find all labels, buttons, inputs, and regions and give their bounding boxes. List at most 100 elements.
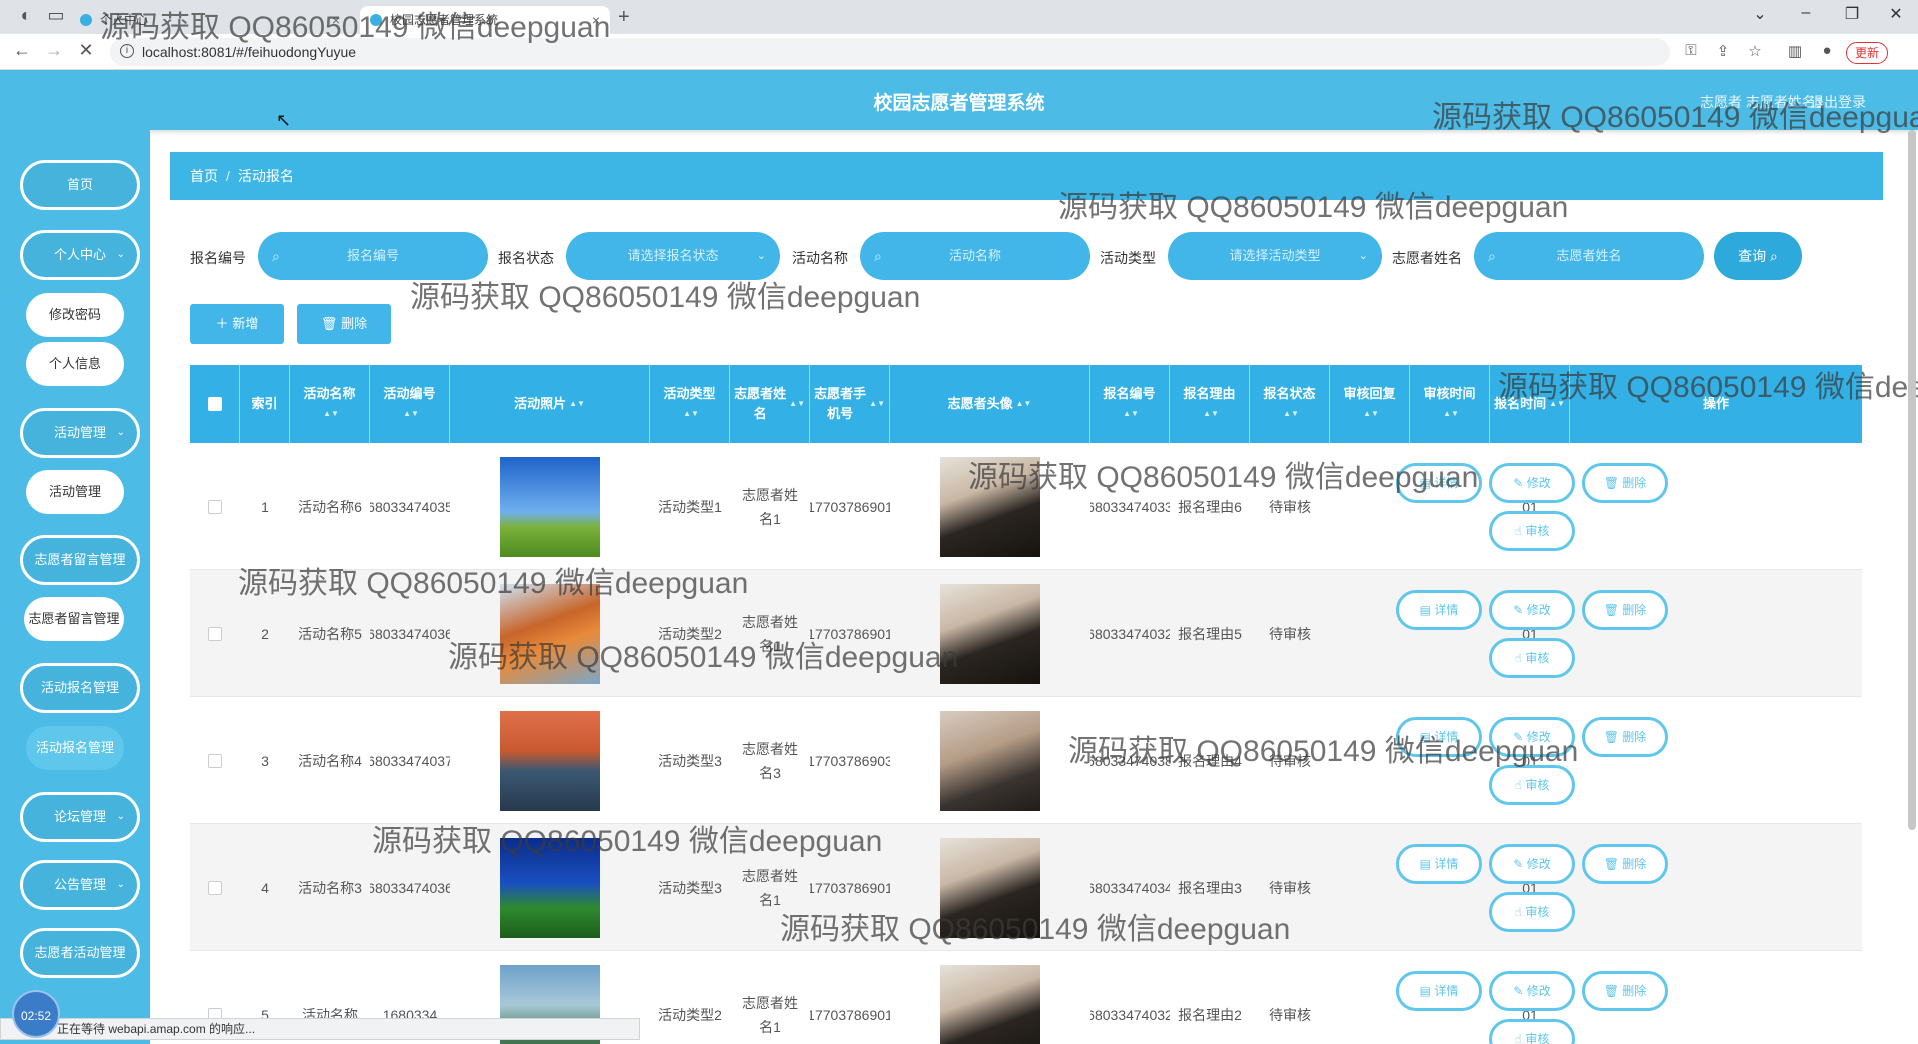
row-checkbox[interactable] <box>208 626 222 641</box>
detail-button[interactable]: ▤ 详情 <box>1396 844 1482 884</box>
browser-tab-active[interactable]: 校园志愿者管理系统 × <box>360 6 610 34</box>
select-all-checkbox[interactable] <box>207 397 222 411</box>
stop-loading-icon[interactable]: ✕ <box>74 40 98 61</box>
sort-icon[interactable]: ▲▼ <box>1203 404 1219 424</box>
avatar[interactable] <box>940 456 1040 557</box>
sort-icon[interactable]: ▲▼ <box>323 404 339 424</box>
delete-button[interactable]: 🗑 删除 <box>1582 717 1668 757</box>
th-volunteer-phone[interactable]: 志愿者手机号 ▲▼ <box>810 365 890 443</box>
sidebar-subitem-change-password[interactable]: 修改密码 <box>26 293 124 337</box>
edit-button[interactable]: ✎ 修改 <box>1489 717 1575 757</box>
sidepanel-icon[interactable]: ▥ <box>1784 42 1806 60</box>
sidebar-item-volunteer-msg-mgmt[interactable]: 志愿者留言管理 <box>20 535 140 585</box>
batch-delete-button[interactable]: 🗑 删除 <box>297 304 391 344</box>
delete-button[interactable]: 🗑 删除 <box>1582 590 1668 630</box>
forward-icon[interactable]: → <box>42 40 66 61</box>
review-button[interactable]: ☝ 审核 <box>1489 638 1575 678</box>
activity-photo-image[interactable] <box>500 710 600 811</box>
browser-menu-icon[interactable]: ◐ <box>14 5 38 26</box>
add-button[interactable]: ＋ 新增 <box>190 304 284 344</box>
row-checkbox[interactable] <box>208 880 222 895</box>
sidebar-subitem-activity-mgmt[interactable]: 活动管理 <box>26 470 124 514</box>
detail-button[interactable]: ▤ 详情 <box>1396 590 1482 630</box>
sidebar-subitem-personal-info[interactable]: 个人信息 <box>26 342 124 386</box>
minimize-icon[interactable]: – <box>1786 4 1826 22</box>
browser-update-button[interactable]: 更新 <box>1846 42 1889 64</box>
row-checkbox[interactable] <box>208 753 222 768</box>
th-signup-time[interactable]: 报名时间 ▲▼ <box>1490 365 1570 443</box>
status-select[interactable]: 请选择报名状态 ⌄ <box>566 232 780 280</box>
restore-icon[interactable]: ❐ <box>1832 4 1872 24</box>
url-field[interactable]: i localhost:8081/#/feihuodongYuyue <box>110 38 1670 66</box>
close-tab-icon[interactable]: × <box>332 6 340 34</box>
profile-icon[interactable]: ● <box>1816 42 1838 59</box>
th-volunteer-avatar[interactable]: 志愿者头像 ▲▼ <box>890 365 1090 443</box>
review-button[interactable]: ☝ 审核 <box>1489 892 1575 932</box>
signup-no-input[interactable]: ⌕ 报名编号 <box>258 232 488 280</box>
review-button[interactable]: ☝ 审核 <box>1489 765 1575 805</box>
sort-icon[interactable]: ▲▼ <box>1016 394 1032 414</box>
sidebar-item-home[interactable]: 首页 <box>20 160 140 210</box>
detail-button[interactable]: ▤ 详情 <box>1396 463 1482 503</box>
edit-button[interactable]: ✎ 修改 <box>1489 971 1575 1011</box>
site-info-icon[interactable]: i <box>120 44 134 58</box>
back-icon[interactable]: ← <box>10 40 34 61</box>
th-signup-no[interactable]: 报名编号 ▲▼ <box>1090 365 1170 443</box>
delete-button[interactable]: 🗑 删除 <box>1582 971 1668 1011</box>
delete-button[interactable]: 🗑 删除 <box>1582 844 1668 884</box>
sidebar-subitem-signup-mgmt[interactable]: 活动报名管理 <box>26 726 124 770</box>
sidebar-item-volunteer-activity-mgmt[interactable]: 志愿者活动管理 <box>20 928 140 978</box>
sort-icon[interactable]: ▲▼ <box>1363 404 1379 424</box>
sort-icon[interactable]: ▲▼ <box>683 404 699 424</box>
edit-button[interactable]: ✎ 修改 <box>1489 463 1575 503</box>
query-button[interactable]: 查询 ⌕ <box>1714 232 1802 280</box>
th-review-time[interactable]: 审核时间 ▲▼ <box>1410 365 1490 443</box>
activity-photo-image[interactable] <box>500 837 600 938</box>
new-tab-icon[interactable]: + <box>618 6 630 29</box>
sort-icon[interactable]: ▲▼ <box>1283 404 1299 424</box>
key-icon[interactable]: ⚿ <box>1680 42 1702 59</box>
sort-icon[interactable]: ▲▼ <box>789 394 805 414</box>
delete-button[interactable]: 🗑 删除 <box>1582 463 1668 503</box>
sort-icon[interactable]: ▲▼ <box>1549 394 1565 414</box>
th-reason[interactable]: 报名理由 ▲▼ <box>1170 365 1250 443</box>
bookmark-star-icon[interactable]: ☆ <box>1744 42 1766 60</box>
edit-button[interactable]: ✎ 修改 <box>1489 590 1575 630</box>
th-activity-code[interactable]: 活动编号 ▲▼ <box>370 365 450 443</box>
detail-button[interactable]: ▤ 详情 <box>1396 971 1482 1011</box>
sort-icon[interactable]: ▲▼ <box>1123 404 1139 424</box>
breadcrumb-home-link[interactable]: 首页 <box>190 168 218 184</box>
edit-button[interactable]: ✎ 修改 <box>1489 844 1575 884</box>
sidebar-item-activity-mgmt[interactable]: 活动管理 ⌄ <box>20 408 140 458</box>
th-activity-name[interactable]: 活动名称 ▲▼ <box>290 365 370 443</box>
page-scrollbar[interactable] <box>1908 130 1916 830</box>
sidebar-item-personal-center[interactable]: 个人中心 ⌄ <box>20 230 140 280</box>
sort-icon[interactable]: ▲▼ <box>869 394 885 414</box>
activity-photo-image[interactable] <box>500 583 600 684</box>
row-checkbox[interactable] <box>208 499 222 514</box>
activity-photo-image[interactable] <box>500 456 600 557</box>
avatar[interactable] <box>940 710 1040 811</box>
sidebar-subitem-volunteer-msg-mgmt[interactable]: 志愿者留言管理 <box>24 597 124 641</box>
th-status[interactable]: 报名状态 ▲▼ <box>1250 365 1330 443</box>
tab-search-icon[interactable]: ⌄ <box>1740 4 1780 24</box>
sort-icon[interactable]: ▲▼ <box>403 404 419 424</box>
close-window-icon[interactable]: ✕ <box>1876 4 1916 24</box>
sidebar-item-notice-mgmt[interactable]: 公告管理 ⌄ <box>20 860 140 910</box>
activity-name-input[interactable]: ⌕ 活动名称 <box>860 232 1090 280</box>
detail-button[interactable]: ▤ 详情 <box>1396 717 1482 757</box>
avatar[interactable] <box>940 583 1040 684</box>
th-activity-photo[interactable]: 活动照片 ▲▼ <box>450 365 650 443</box>
avatar[interactable] <box>940 964 1040 1044</box>
browser-tab[interactable]: 个人中心 × <box>70 6 350 34</box>
th-reply[interactable]: 审核回复 ▲▼ <box>1330 365 1410 443</box>
review-button[interactable]: ☝ 审核 <box>1489 1019 1575 1044</box>
sidebar-item-forum-mgmt[interactable]: 论坛管理 ⌄ <box>20 792 140 842</box>
tab-group-icon[interactable]: ▭ <box>44 5 68 26</box>
avatar[interactable] <box>940 837 1040 938</box>
th-activity-type[interactable]: 活动类型 ▲▼ <box>650 365 730 443</box>
sort-icon[interactable]: ▲▼ <box>569 394 585 414</box>
sidebar-item-signup-mgmt[interactable]: 活动报名管理 <box>20 663 140 713</box>
close-tab-icon[interactable]: × <box>592 6 600 34</box>
volunteer-name-input[interactable]: ⌕ 志愿者姓名 <box>1474 232 1704 280</box>
